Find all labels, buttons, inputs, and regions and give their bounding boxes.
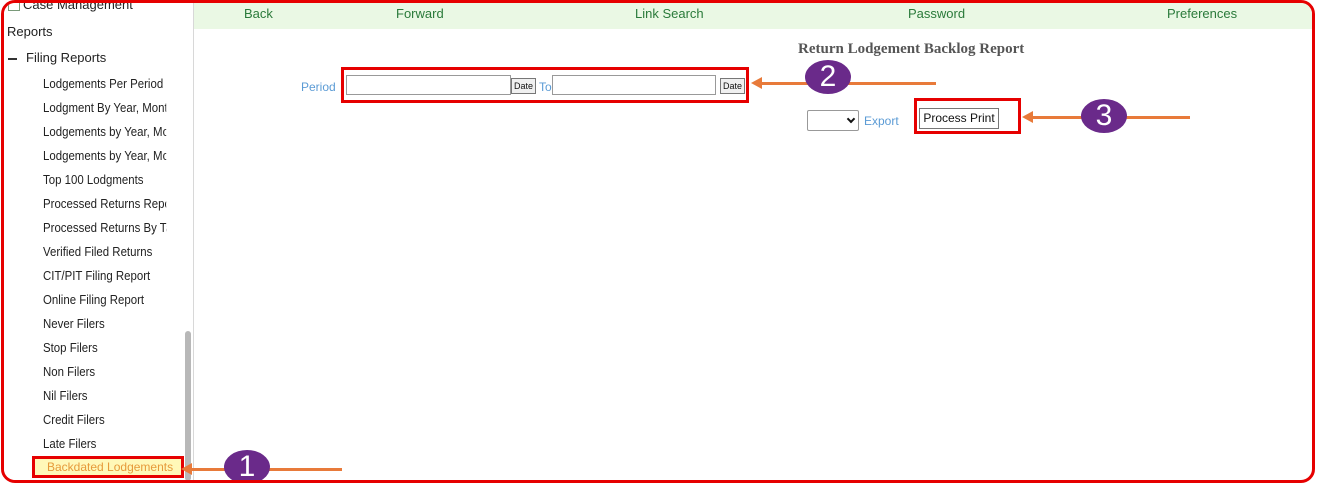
top-nav: Back Forward Link Search Password Prefer… — [194, 3, 1312, 29]
sidebar-item-never-filers[interactable]: Never Filers — [43, 313, 166, 335]
arrow-head-icon — [181, 463, 192, 475]
arrow-head-icon — [751, 77, 762, 89]
arrow-head-icon — [1022, 111, 1033, 123]
sidebar-item-top-100-lodgments[interactable]: Top 100 Lodgments — [43, 169, 166, 191]
nav-preferences-link[interactable]: Preferences — [1167, 6, 1237, 21]
app-frame: Case Management Reports Filing Reports L… — [1, 0, 1315, 483]
sidebar-item-processed-returns-by-tax[interactable]: Processed Returns By Tax — [43, 217, 166, 239]
folder-icon — [8, 3, 20, 11]
export-format-select[interactable] — [807, 110, 859, 131]
nav-back-link[interactable]: Back — [244, 6, 273, 21]
sidebar-item-late-filers[interactable]: Late Filers — [43, 433, 166, 455]
to-date-button[interactable]: Date — [720, 78, 746, 94]
annotation-badge-1: 1 — [224, 450, 270, 480]
from-date-button[interactable]: Date — [511, 78, 537, 94]
sidebar-section-reports[interactable]: Reports — [7, 21, 53, 43]
annotation-badge-3: 3 — [1081, 99, 1127, 133]
sidebar-item-verified-filed-returns[interactable]: Verified Filed Returns — [43, 241, 166, 263]
collapse-icon[interactable] — [8, 57, 17, 60]
nav-password-link[interactable]: Password — [908, 6, 965, 21]
sidebar-item-cit-pit-filing-report[interactable]: CIT/PIT Filing Report — [43, 265, 166, 287]
period-label: Period — [301, 80, 336, 94]
sidebar-item-backdated-lodgements[interactable]: Backdated Lodgements — [32, 456, 184, 478]
sidebar-item-lodgements-by-year-month-2[interactable]: Lodgements by Year, Montl — [43, 145, 166, 167]
nav-link-search-link[interactable]: Link Search — [635, 6, 704, 21]
sidebar-item-credit-filers[interactable]: Credit Filers — [43, 409, 166, 431]
sidebar-group-filing-reports[interactable]: Filing Reports — [8, 47, 106, 69]
to-label: To — [539, 80, 552, 94]
page-title: Return Lodgement Backlog Report — [798, 41, 1025, 57]
sidebar-item-label: Case Management — [23, 3, 133, 12]
sidebar-scrollbar[interactable] — [185, 331, 191, 480]
sidebar-item-online-filing-report[interactable]: Online Filing Report — [43, 289, 166, 311]
period-to-input[interactable] — [552, 75, 716, 95]
sidebar-item-lodgements-by-year-month-1[interactable]: Lodgements by Year, Montl — [43, 121, 166, 143]
sidebar-item-lodgements-per-period[interactable]: Lodgements Per Period — [43, 73, 166, 95]
process-print-button[interactable]: Process Print — [919, 108, 999, 129]
sidebar-item-nil-filers[interactable]: Nil Filers — [43, 385, 166, 407]
sidebar-item-lodgment-by-year-month[interactable]: Lodgment By Year, Month a — [43, 97, 166, 119]
sidebar-item-non-filers[interactable]: Non Filers — [43, 361, 166, 383]
export-link[interactable]: Export — [864, 114, 899, 128]
sidebar-item-stop-filers[interactable]: Stop Filers — [43, 337, 166, 359]
sidebar-item-processed-returns-report[interactable]: Processed Returns Report — [43, 193, 166, 215]
sidebar-group-label: Filing Reports — [26, 50, 107, 65]
sidebar: Case Management Reports Filing Reports L… — [4, 3, 194, 480]
sidebar-item-case-management[interactable]: Case Management — [8, 3, 133, 16]
period-from-input[interactable] — [346, 75, 511, 95]
annotation-badge-2: 2 — [805, 60, 851, 94]
chevron-down-icon — [846, 114, 856, 124]
nav-forward-link[interactable]: Forward — [396, 6, 444, 21]
